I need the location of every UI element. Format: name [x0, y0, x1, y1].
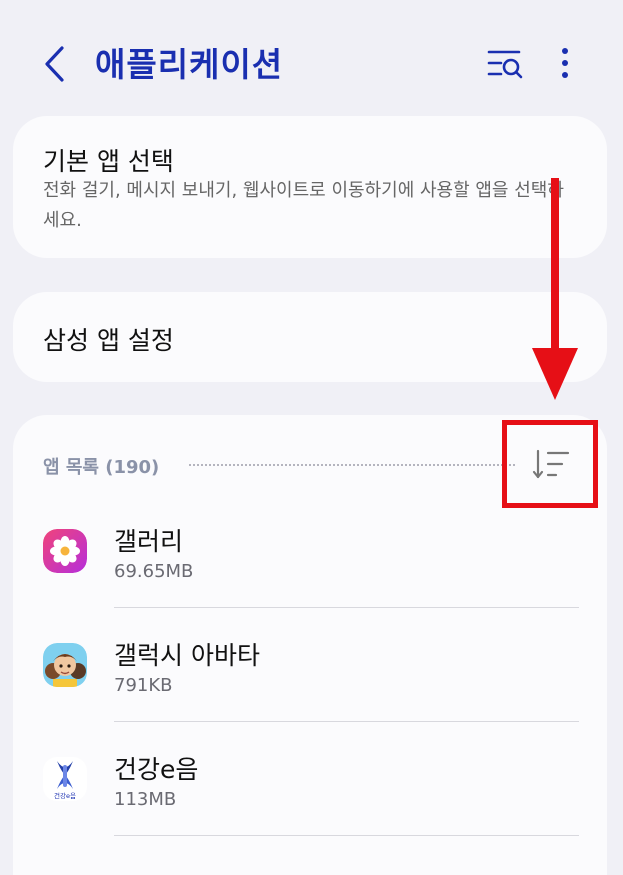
- app-size: 69.65MB: [114, 561, 194, 582]
- list-item-galaxy-avatar[interactable]: 갤럭시 아바타 791KB: [13, 623, 607, 737]
- divider: [114, 721, 579, 722]
- list-search-icon[interactable]: [484, 44, 528, 84]
- divider-dotted: [189, 464, 515, 466]
- top-app-bar: 애플리케이션: [0, 0, 623, 120]
- annotation-arrow: [530, 178, 580, 403]
- svg-text:건강e음: 건강e음: [54, 791, 76, 800]
- annotation-highlight-box: [502, 420, 598, 508]
- more-vertical-icon[interactable]: [550, 44, 580, 84]
- default-apps-card[interactable]: 기본 앱 선택 전화 걸기, 메시지 보내기, 웹사이트로 이동하기에 사용할 …: [13, 116, 607, 258]
- app-name: 건강e음: [114, 755, 199, 784]
- page-title: 애플리케이션: [95, 45, 284, 84]
- default-apps-subtitle: 전화 걸기, 메시지 보내기, 웹사이트로 이동하기에 사용할 앱을 선택하세요…: [43, 180, 564, 231]
- list-item-health-e[interactable]: 건강e음 건강e음 113MB: [13, 737, 607, 851]
- avatar-icon: [43, 643, 87, 687]
- gallery-flower-icon: [43, 529, 87, 573]
- app-size: 791KB: [114, 675, 173, 696]
- divider: [114, 607, 579, 608]
- app-size: 113MB: [114, 789, 177, 810]
- samsung-app-settings-title: 삼성 앱 설정: [43, 326, 174, 355]
- list-item-gallery[interactable]: 갤러리 69.65MB: [13, 509, 607, 623]
- health-e-icon: 건강e음: [43, 757, 87, 801]
- app-list-header: 앱 목록 (190): [43, 457, 160, 478]
- chevron-left-icon[interactable]: [38, 44, 74, 84]
- default-apps-title: 기본 앱 선택: [43, 147, 174, 176]
- samsung-app-settings-card[interactable]: 삼성 앱 설정: [13, 292, 607, 382]
- divider: [114, 835, 579, 836]
- app-name: 갤러리: [114, 527, 184, 556]
- app-name: 갤럭시 아바타: [114, 641, 260, 670]
